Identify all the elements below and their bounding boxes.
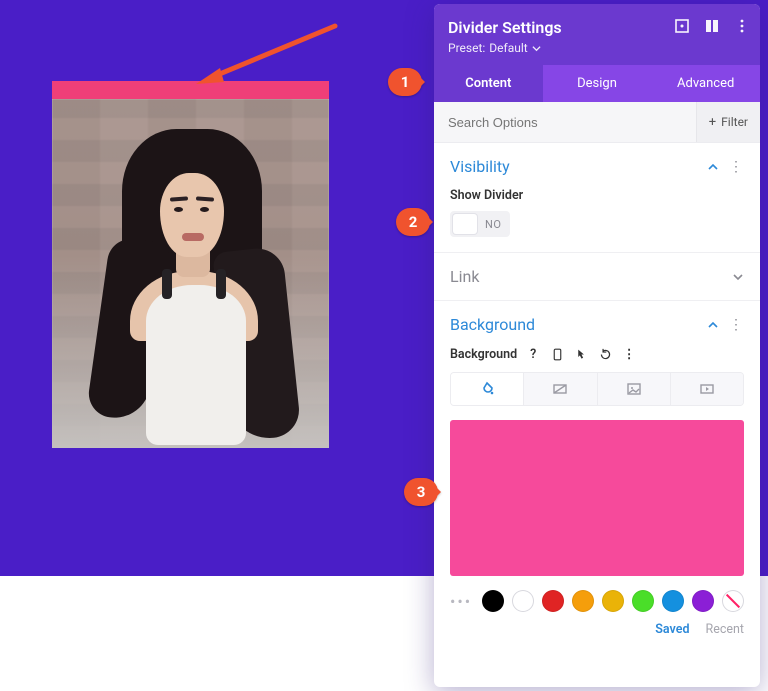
video-icon <box>699 381 715 397</box>
background-type-tabs <box>450 372 744 406</box>
filter-label: Filter <box>721 115 748 129</box>
swatch-purple[interactable] <box>692 590 714 612</box>
swatch-none[interactable] <box>722 590 744 612</box>
swatch-black[interactable] <box>482 590 504 612</box>
background-field-text: Background <box>450 347 517 362</box>
swatch-tabset: Saved Recent <box>450 622 744 637</box>
color-swatches: ••• <box>450 590 744 612</box>
bg-tab-image[interactable] <box>598 373 671 405</box>
swatch-blue[interactable] <box>662 590 684 612</box>
bg-tab-video[interactable] <box>671 373 743 405</box>
background-field-label: Background ? ⋮ <box>450 346 744 362</box>
bg-tab-color[interactable] <box>451 373 524 405</box>
reset-icon[interactable] <box>597 346 613 362</box>
annotation-arrow <box>190 20 340 90</box>
preset-value: Default <box>489 41 527 55</box>
swatch-orange[interactable] <box>572 590 594 612</box>
toggle-knob <box>453 214 477 234</box>
preset-selector[interactable]: Preset: Default <box>448 41 746 55</box>
tab-content[interactable]: Content <box>434 65 543 102</box>
plus-icon: + <box>709 115 716 130</box>
section-visibility-header[interactable]: Visibility ⋮ <box>450 157 744 176</box>
callout-2: 2 <box>396 208 430 236</box>
chevron-up-icon <box>707 319 719 331</box>
swatch-yellow[interactable] <box>602 590 624 612</box>
section-more-icon[interactable]: ⋮ <box>729 317 744 333</box>
swatch-red[interactable] <box>542 590 564 612</box>
bg-tab-gradient[interactable] <box>524 373 597 405</box>
expand-icon[interactable] <box>672 16 692 36</box>
callout-1: 1 <box>388 68 422 96</box>
callout-3: 3 <box>404 478 438 506</box>
image-icon <box>626 381 642 397</box>
tab-design[interactable]: Design <box>543 65 652 102</box>
portrait-image <box>52 99 329 448</box>
more-icon[interactable]: ⋮ <box>621 346 637 362</box>
section-visibility: Visibility ⋮ Show Divider NO <box>434 143 760 253</box>
more-icon[interactable] <box>732 16 752 36</box>
filter-button[interactable]: + Filter <box>696 102 760 142</box>
chevron-down-icon <box>532 44 541 53</box>
show-divider-label: Show Divider <box>450 188 744 203</box>
responsive-icon[interactable] <box>702 16 722 36</box>
swatch-white[interactable] <box>512 590 534 612</box>
tab-advanced[interactable]: Advanced <box>651 65 760 102</box>
hover-icon[interactable] <box>573 346 589 362</box>
swatches-more-icon[interactable]: ••• <box>450 592 472 611</box>
background-color-preview[interactable] <box>450 420 744 576</box>
section-link: Link <box>434 253 760 301</box>
section-background-header[interactable]: Background ⋮ <box>450 315 744 334</box>
phone-icon[interactable] <box>549 346 565 362</box>
paint-icon <box>479 381 495 397</box>
toggle-text: NO <box>483 218 507 231</box>
preset-label: Preset: <box>448 41 485 55</box>
help-icon[interactable]: ? <box>525 346 541 362</box>
swatch-tab-saved[interactable]: Saved <box>655 622 689 637</box>
search-bar: + Filter <box>434 102 760 143</box>
chevron-up-icon <box>707 161 719 173</box>
gradient-icon <box>552 381 568 397</box>
show-divider-toggle[interactable]: NO <box>450 211 510 237</box>
swatch-green[interactable] <box>632 590 654 612</box>
section-link-title: Link <box>450 267 479 286</box>
panel-header: Divider Settings Preset: Default <box>434 4 760 65</box>
settings-panel: Divider Settings Preset: Default Content… <box>434 4 760 687</box>
section-background: Background ⋮ Background ? ⋮ <box>434 301 760 651</box>
search-input[interactable] <box>434 103 696 142</box>
divider-module-preview <box>52 81 329 448</box>
divider-bar <box>52 81 329 99</box>
section-more-icon[interactable]: ⋮ <box>729 159 744 175</box>
panel-tabs: Content Design Advanced <box>434 65 760 102</box>
section-link-header[interactable]: Link <box>450 267 744 286</box>
swatch-tab-recent[interactable]: Recent <box>706 622 745 637</box>
section-background-title: Background <box>450 315 535 334</box>
section-visibility-title: Visibility <box>450 157 510 176</box>
chevron-down-icon <box>732 271 744 283</box>
